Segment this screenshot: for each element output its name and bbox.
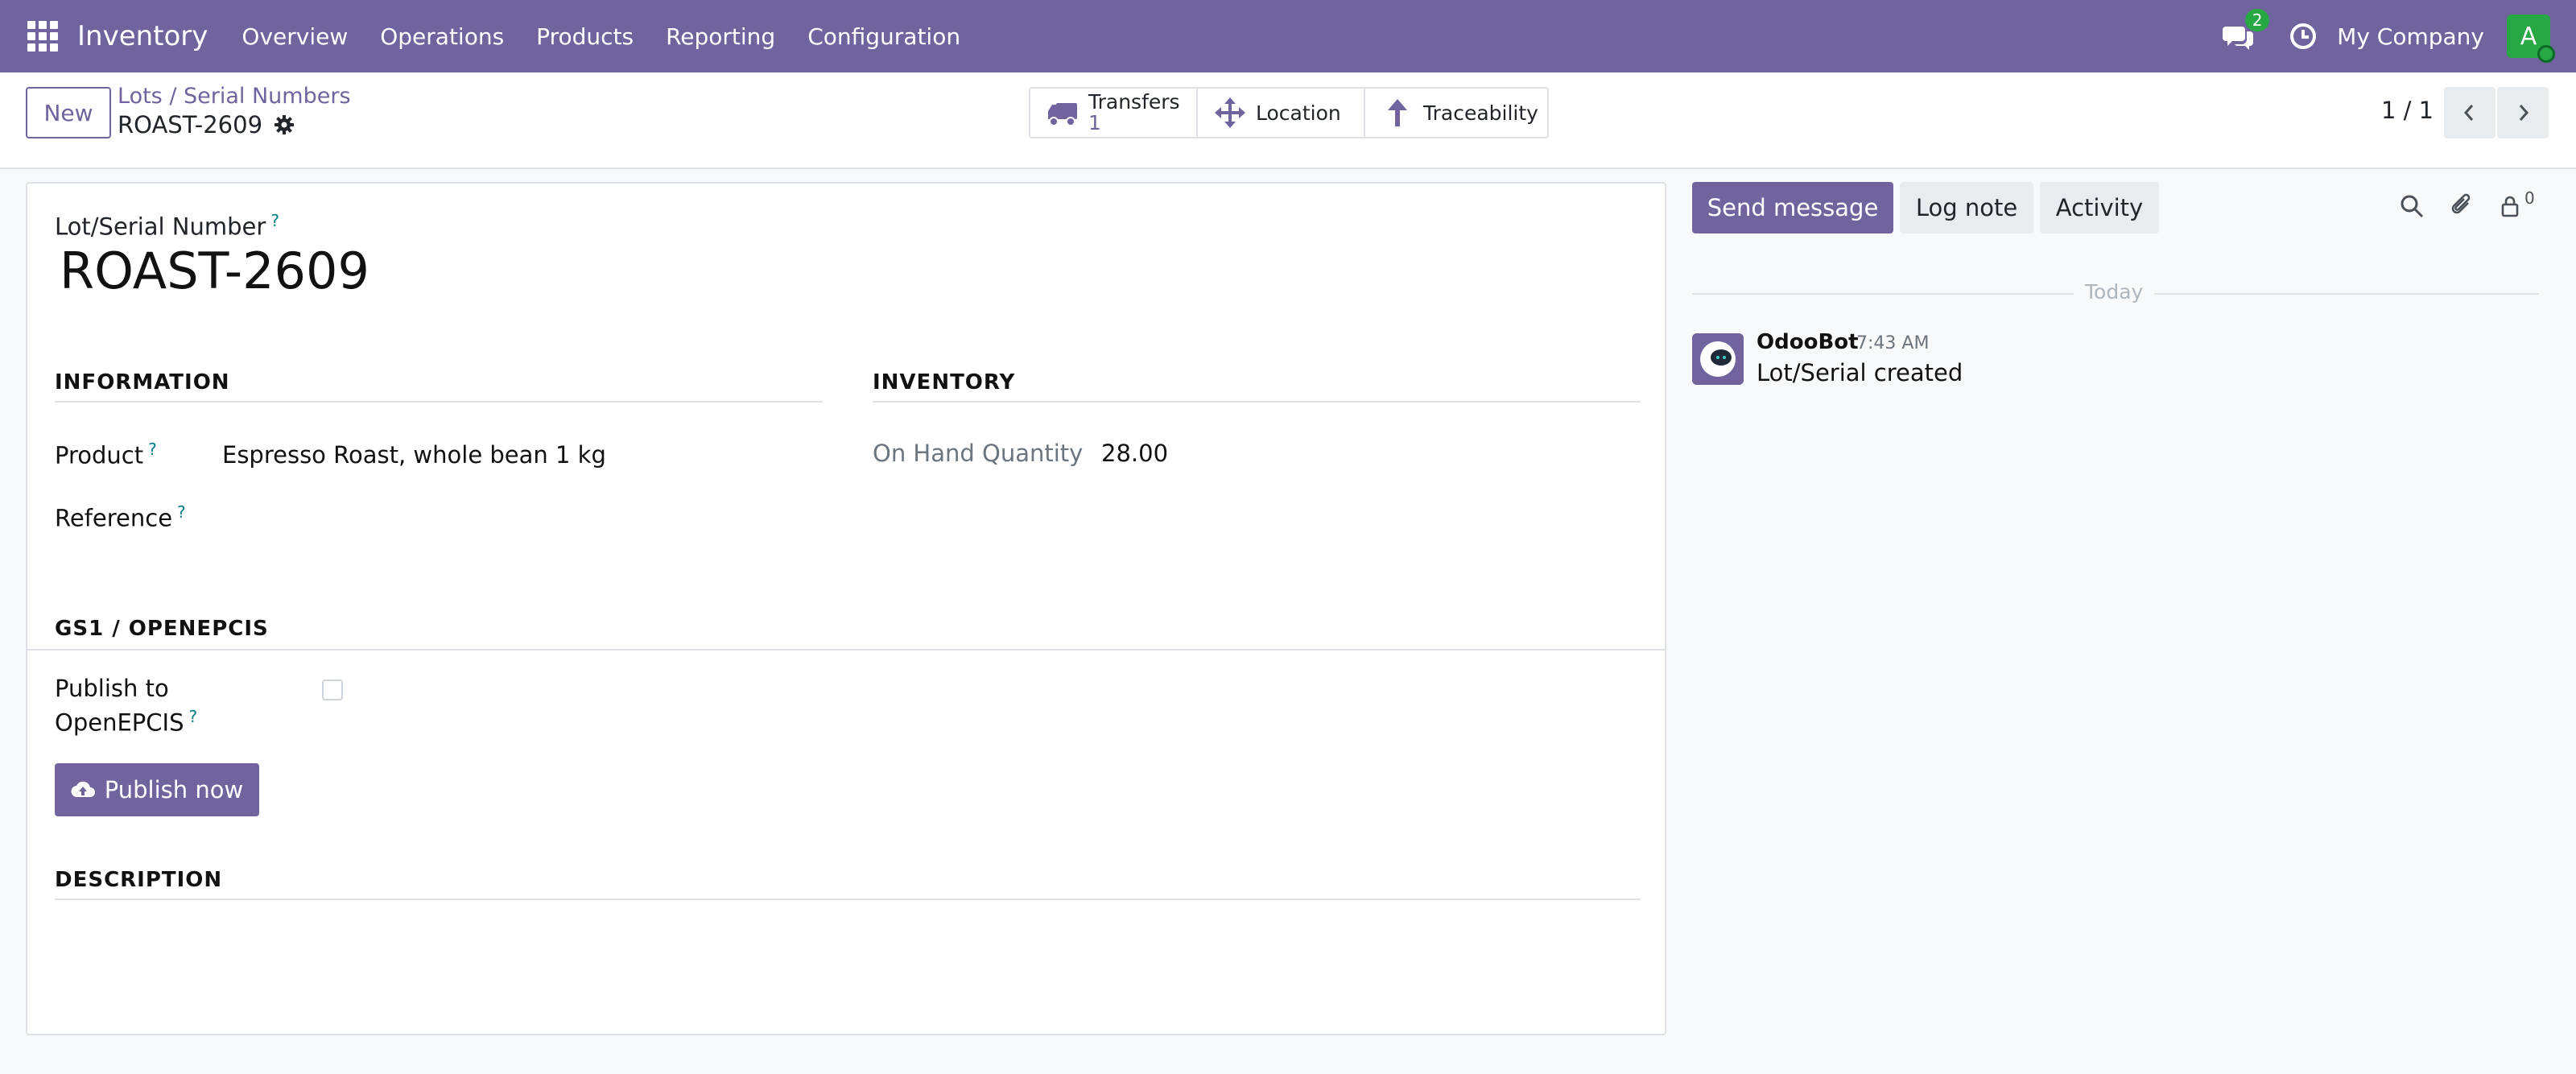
breadcrumb-link[interactable]: Lots / Serial Numbers <box>118 84 351 109</box>
pager-value[interactable]: 1 / 1 <box>2381 97 2434 124</box>
divider <box>55 898 1641 900</box>
help-tooltip-icon[interactable]: ? <box>177 502 186 522</box>
app-name[interactable]: Inventory <box>77 20 208 52</box>
transfers-smart-button[interactable]: Transfers 1 <box>1030 89 1198 137</box>
smart-buttons: Transfers 1 Location Traceability <box>1029 87 1549 138</box>
avatar-letter: A <box>2520 22 2537 51</box>
traceability-smart-button[interactable]: Traceability <box>1365 89 1547 137</box>
followers-count: 0 <box>2524 188 2535 208</box>
log-note-button[interactable]: Log note <box>1900 182 2033 233</box>
message-time: 7:43 AM <box>1856 333 1930 353</box>
divider <box>55 401 823 403</box>
product-field[interactable]: Espresso Roast, whole bean 1 kg <box>222 441 606 469</box>
lot-label: Lot/Serial Number? <box>55 211 279 241</box>
cloud-upload-icon <box>71 781 95 798</box>
help-tooltip-icon[interactable]: ? <box>270 211 279 230</box>
product-label-text: Product <box>55 441 144 469</box>
apps-menu-icon[interactable] <box>27 21 58 52</box>
divider <box>2154 293 2539 295</box>
message-author[interactable]: OdooBot <box>1757 330 1859 354</box>
arrow-up-icon <box>1388 99 1407 126</box>
menu-products[interactable]: Products <box>536 23 634 50</box>
user-avatar[interactable]: A <box>2507 14 2555 63</box>
odoobot-avatar <box>1692 333 1744 385</box>
help-tooltip-icon[interactable]: ? <box>148 440 157 459</box>
arrows-move-icon <box>1215 97 1245 128</box>
gear-icon[interactable] <box>274 114 295 135</box>
new-button[interactable]: New <box>26 87 111 138</box>
chevron-left-icon <box>2463 105 2474 121</box>
section-inventory: INVENTORY <box>873 370 1016 394</box>
menu-configuration[interactable]: Configuration <box>807 23 960 50</box>
publish-checkbox[interactable] <box>322 680 343 700</box>
record-name-text: ROAST-2609 <box>118 111 263 138</box>
menu-reporting[interactable]: Reporting <box>666 23 775 50</box>
paperclip-icon[interactable] <box>2447 192 2476 221</box>
traceability-label: Traceability <box>1423 101 1538 125</box>
publish-now-label: Publish now <box>104 776 244 803</box>
divider <box>873 401 1641 403</box>
reference-label-text: Reference <box>55 504 173 532</box>
search-icon[interactable] <box>2397 192 2426 221</box>
chevron-right-icon <box>2519 105 2529 121</box>
form-sheet: Lot/Serial Number? ROAST-2609 INFORMATIO… <box>26 182 1666 1035</box>
publish-now-button[interactable]: Publish now <box>55 763 259 816</box>
on-hand-value: 28.00 <box>1101 440 1169 467</box>
activity-clock-icon[interactable] <box>2287 20 2319 52</box>
truck-icon <box>1048 103 1077 126</box>
section-description: DESCRIPTION <box>55 868 223 892</box>
record-name: ROAST-2609 <box>118 111 295 138</box>
location-smart-button[interactable]: Location <box>1198 89 1365 137</box>
publish-label-line2-wrap: OpenEPCIS? <box>55 707 197 737</box>
divider <box>1692 293 2074 295</box>
activity-button[interactable]: Activity <box>2040 182 2159 233</box>
control-panel: New Lots / Serial Numbers ROAST-2609 Tra… <box>0 72 2576 169</box>
reference-label: Reference? <box>55 502 186 532</box>
pager-next-button[interactable] <box>2497 87 2549 138</box>
chat-badge: 2 <box>2245 9 2270 31</box>
lot-label-text: Lot/Serial Number <box>55 213 266 241</box>
transfers-count: 1 <box>1088 111 1101 134</box>
section-information: INFORMATION <box>55 370 230 394</box>
publish-label-line1: Publish to <box>55 675 169 702</box>
discuss-icon[interactable]: 2 <box>2223 9 2270 52</box>
menu-operations[interactable]: Operations <box>380 23 504 50</box>
top-navbar: Inventory Overview Operations Products R… <box>0 0 2576 72</box>
location-label: Location <box>1256 101 1341 125</box>
send-message-button[interactable]: Send message <box>1692 182 1893 233</box>
divider <box>27 649 1665 651</box>
section-gs1: GS1 / OPENEPCIS <box>55 617 269 641</box>
help-tooltip-icon[interactable]: ? <box>188 707 197 726</box>
transfers-label: Transfers <box>1088 90 1180 114</box>
lot-name-input[interactable]: ROAST-2609 <box>60 242 369 300</box>
publish-label-line2: OpenEPCIS <box>55 708 184 737</box>
date-separator: Today <box>2085 280 2144 304</box>
pager-previous-button[interactable] <box>2444 87 2496 138</box>
follower-lock-icon[interactable] <box>2496 192 2524 221</box>
on-hand-label: On Hand Quantity <box>873 440 1084 467</box>
product-label: Product? <box>55 440 157 469</box>
presence-dot <box>2537 45 2555 63</box>
company-switcher[interactable]: My Company <box>2337 23 2484 50</box>
message-body: Lot/Serial created <box>1757 359 1963 386</box>
menu-overview[interactable]: Overview <box>242 23 348 50</box>
